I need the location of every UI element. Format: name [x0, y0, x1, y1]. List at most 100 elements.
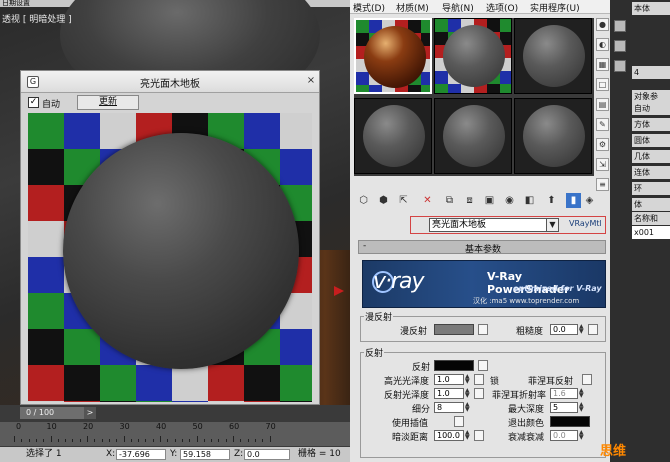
sample-slot-2[interactable] [434, 18, 512, 94]
y-coordinate-field[interactable]: 59.158 [180, 449, 230, 460]
material-name-field[interactable]: 亮光面木地板 [429, 218, 547, 232]
x-coordinate-field[interactable]: -37.696 [116, 449, 166, 460]
material-preview-window[interactable]: G 亮光面木地板 × ✓ 自动 更新 [20, 70, 320, 405]
get-material-icon[interactable]: ⬡ [356, 193, 371, 208]
sample-slot-5[interactable] [434, 98, 512, 174]
fresnel-ior-spinner[interactable]: 1.6 [550, 388, 578, 399]
make-unique-icon[interactable]: ⧈ [462, 193, 477, 208]
options-icon[interactable]: ⚙ [596, 138, 609, 151]
use-interp-checkbox[interactable] [454, 416, 464, 427]
put-to-scene-icon[interactable]: ⬢ [376, 193, 391, 208]
cmd-row-6[interactable]: 连体 [632, 166, 670, 179]
menu-options[interactable]: 选项(O) [486, 1, 518, 14]
refl-gloss-spinner[interactable]: 1.0 [434, 388, 464, 399]
cmd-row-8[interactable]: 体 [632, 198, 670, 211]
put-to-library-icon[interactable]: ▣ [482, 193, 497, 208]
hilight-gloss-map-button[interactable] [474, 374, 484, 385]
sample-slot-6[interactable] [514, 98, 592, 174]
cmd-top-row[interactable]: 本体 [632, 2, 670, 15]
subdivs-spinner[interactable]: 8 [434, 402, 464, 413]
dim-falloff-spinner[interactable]: 0.0 [550, 430, 578, 441]
go-to-parent-icon[interactable]: ▮ [566, 193, 581, 208]
cmd-row-4[interactable]: 圆体 [632, 134, 670, 147]
menu-utilities[interactable]: 实用程序(U) [530, 1, 580, 14]
max-depth-spinner-arrows[interactable]: ▲ ▼ [579, 402, 585, 413]
lock-label[interactable]: 锁 [490, 374, 499, 387]
basic-params-rollout[interactable]: - 基本参数 [358, 240, 606, 255]
roughness-map-button[interactable] [588, 324, 598, 335]
roughness-spinner-arrows[interactable]: ▲ ▼ [579, 324, 585, 335]
backlight-icon[interactable]: ◐ [596, 38, 609, 51]
cmd-row-5[interactable]: 几体 [632, 150, 670, 163]
refl-gloss-map-button[interactable] [474, 388, 484, 399]
sample-type-icon[interactable]: ● [596, 18, 609, 31]
video-color-icon[interactable]: ▤ [596, 98, 609, 111]
show-end-result-icon[interactable]: ⬆ [544, 193, 559, 208]
checker-cell [100, 401, 136, 402]
cmd-row-7[interactable]: 环 [632, 182, 670, 195]
sample-slot-1[interactable] [354, 18, 432, 94]
fresnel-checkbox[interactable] [582, 374, 592, 385]
subdivs-spinner-arrows[interactable]: ▲ ▼ [465, 402, 471, 413]
timeline-minor-tick [116, 439, 118, 442]
track-bar[interactable]: 0 10 20 30 40 50 60 70 [0, 422, 350, 446]
reflect-color-swatch[interactable] [434, 360, 474, 371]
timeline-tick [14, 436, 15, 442]
exit-color-swatch[interactable] [550, 416, 590, 427]
sample-slot-3[interactable] [514, 18, 592, 94]
dim-distance-spinner-arrows[interactable]: ▲ ▼ [465, 430, 471, 441]
menu-material[interactable]: 材质(M) [396, 1, 429, 14]
cmd-row-9[interactable]: 名称和 [632, 212, 670, 225]
dim-distance-spinner[interactable]: 100.0 [434, 430, 464, 441]
make-preview-icon[interactable]: ✎ [596, 118, 609, 131]
diffuse-color-swatch[interactable] [434, 324, 474, 335]
object-name-field[interactable]: x001 [632, 226, 670, 239]
hierarchy-panel-icon[interactable] [614, 60, 626, 72]
viewport-perspective[interactable]: 日期设置 透视 [ 明暗处理 ] G 亮光面木地板 × ✓ 自动 更新 [0, 0, 350, 405]
hilight-gloss-spinner-arrows[interactable]: ▲ ▼ [465, 374, 471, 385]
close-icon[interactable]: × [304, 74, 318, 88]
chevron-down-icon[interactable]: ▼ [547, 218, 559, 232]
checker-cell [28, 149, 64, 185]
auto-update-checkbox[interactable]: ✓ [28, 97, 39, 108]
reset-material-icon[interactable]: ✕ [420, 193, 435, 208]
material-id-icon[interactable]: ◉ [502, 193, 517, 208]
dim-falloff-spinner-arrows[interactable]: ▲ ▼ [579, 430, 585, 441]
material-navigator-icon[interactable]: ≡ [596, 178, 609, 191]
select-by-material-icon[interactable]: ⇲ [596, 158, 609, 171]
max-depth-spinner[interactable]: 5 [550, 402, 578, 413]
cmd-row-3[interactable]: 方体 [632, 118, 670, 131]
refl-gloss-spinner-arrows[interactable]: ▲ ▼ [465, 388, 471, 399]
uv-tiling-icon[interactable]: □ [596, 78, 609, 91]
copy-material-icon[interactable]: ⧉ [442, 193, 457, 208]
cmd-row-0[interactable]: 4 [632, 66, 670, 79]
viewport-label[interactable]: 透视 [ 明暗处理 ] [2, 12, 72, 25]
z-coordinate-field[interactable]: 0.0 [244, 449, 290, 460]
fresnel-ior-spinner-arrows[interactable]: ▲ ▼ [579, 388, 585, 399]
roughness-spinner[interactable]: 0.0 [550, 324, 578, 335]
reflect-map-button[interactable] [478, 360, 488, 371]
assign-material-icon[interactable]: ⇱ [396, 193, 411, 208]
material-type-button[interactable]: VRayMtl [569, 219, 602, 228]
preview-titlebar[interactable]: G 亮光面木地板 × [21, 71, 319, 93]
background-icon[interactable]: ▦ [596, 58, 609, 71]
cmd-row-2[interactable]: 自动 [632, 102, 670, 115]
menu-navigation[interactable]: 导航(N) [442, 1, 474, 14]
timeline-minor-tick [167, 439, 169, 442]
timeline-minor-tick [43, 439, 45, 442]
update-button[interactable]: 更新 [77, 95, 139, 110]
show-map-icon[interactable]: ◧ [522, 193, 537, 208]
timeline-minor-tick [21, 439, 23, 442]
vray-credit: 汉化 :ma5 www.toprender.com [473, 297, 580, 305]
timeline-minor-tick [174, 439, 176, 442]
menu-mode[interactable]: 模式(D) [353, 1, 385, 14]
dim-distance-checkbox[interactable] [474, 430, 484, 441]
checker-cell [280, 149, 312, 185]
sample-slot-4[interactable] [354, 98, 432, 174]
diffuse-map-button[interactable] [478, 324, 488, 335]
hilight-gloss-spinner[interactable]: 1.0 [434, 374, 464, 385]
modify-panel-icon[interactable] [614, 40, 626, 52]
create-panel-icon[interactable] [614, 20, 626, 32]
go-forward-icon[interactable]: ◈ [582, 193, 597, 208]
next-frame-button[interactable]: > [84, 407, 96, 419]
